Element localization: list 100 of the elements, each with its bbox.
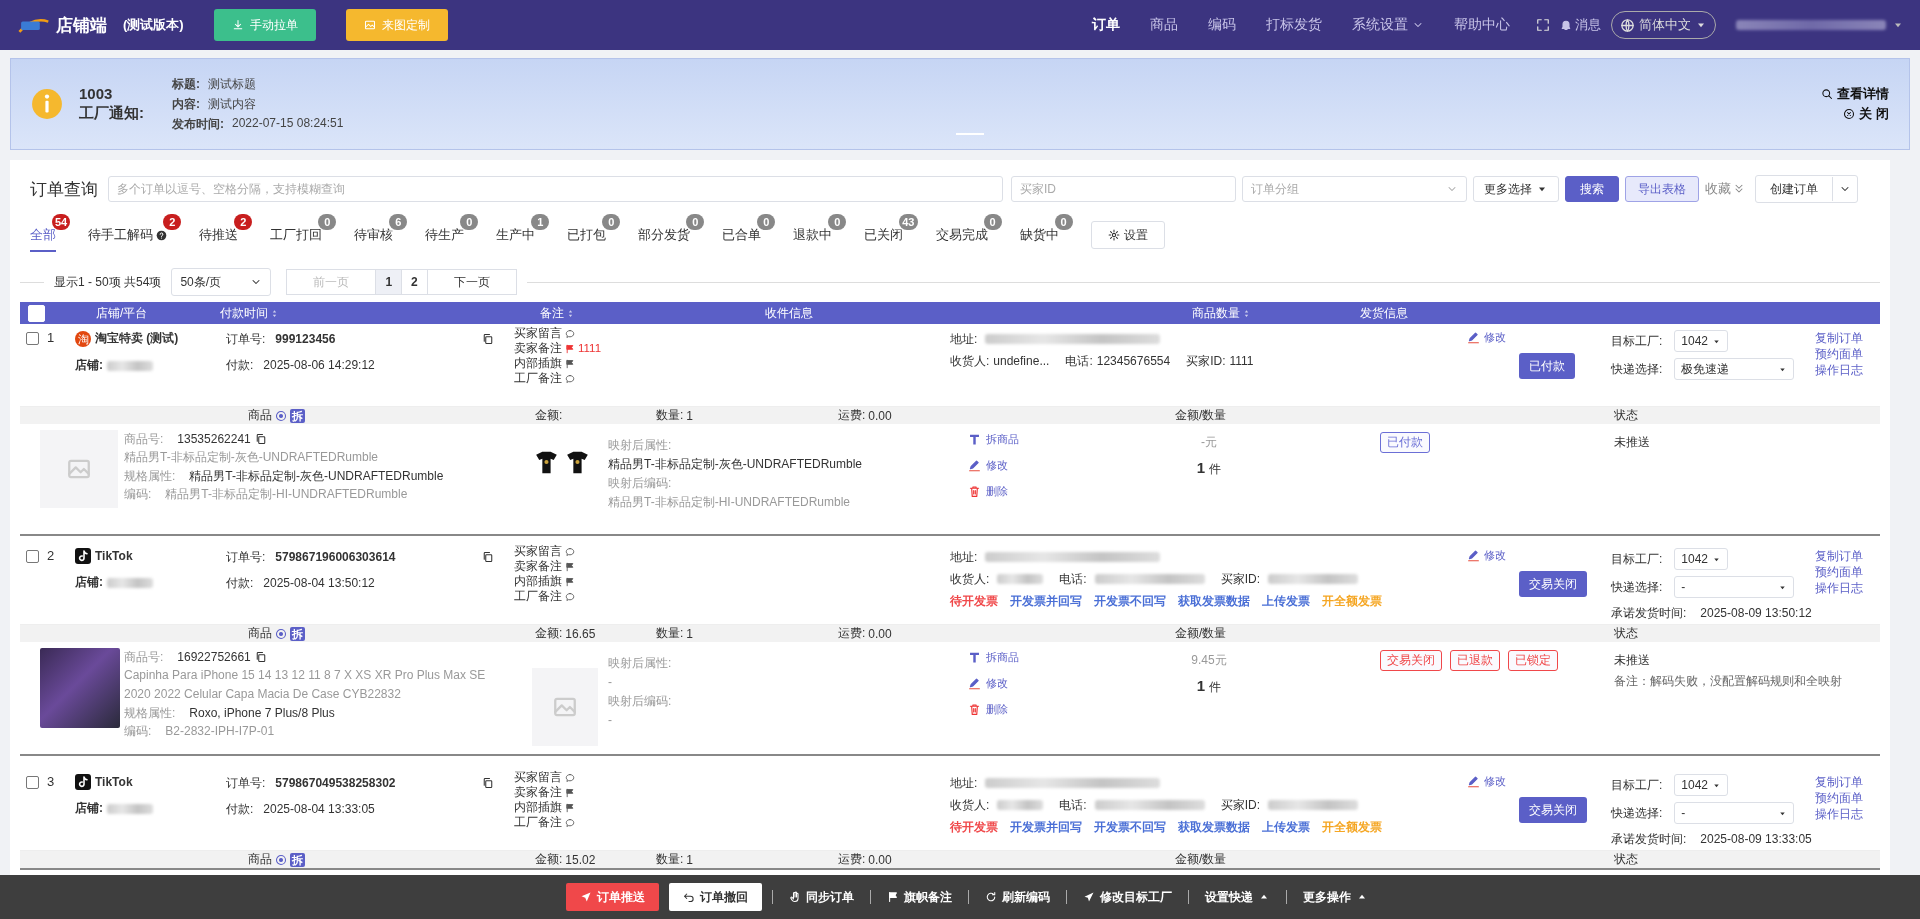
push-status: 未推送 xyxy=(1614,652,1651,669)
edit-link[interactable]: 修改 xyxy=(1467,548,1506,563)
nav-tab[interactable]: 商品 xyxy=(1140,16,1188,34)
status-tag: 已锁定 xyxy=(1508,650,1558,671)
bulk-action-button[interactable]: 刷新编码 xyxy=(979,883,1056,911)
invoice-link[interactable]: 开发票并回写 xyxy=(1010,818,1082,836)
split-item-link[interactable]: 拆商品 xyxy=(968,650,1118,665)
order-action-link[interactable]: 预约面单 xyxy=(1815,346,1880,362)
invoice-link[interactable]: 开发票并回写 xyxy=(1010,592,1082,610)
page-button[interactable]: 1 xyxy=(375,269,403,295)
count-badge: 0 xyxy=(602,214,621,230)
freight-value: 0.00 xyxy=(868,626,892,641)
export-button[interactable]: 导出表格 xyxy=(1625,176,1699,202)
bulk-action-button[interactable]: 订单撤回 xyxy=(669,883,762,911)
mapped-code-label: 映射后编码: xyxy=(608,693,673,710)
buyer-id-field[interactable]: 买家ID xyxy=(1011,176,1236,202)
order-number: 999123456 xyxy=(275,331,336,348)
order-status-button[interactable]: 交易关闭 xyxy=(1519,571,1587,597)
delete-item-link[interactable]: 删除 xyxy=(968,702,1118,717)
bulk-action-button[interactable]: 订单推送 xyxy=(566,883,659,911)
status-label: 状态 xyxy=(1614,625,1638,642)
note-label: 工厂备注 xyxy=(514,371,562,386)
order-action-link[interactable]: 预约面单 xyxy=(1815,790,1880,806)
count-badge: 6 xyxy=(389,214,408,230)
order-action-link[interactable]: 复制订单 xyxy=(1815,330,1880,346)
invoice-link[interactable]: 获取发票数据 xyxy=(1178,818,1250,836)
bulk-action-button[interactable]: 同步订单 xyxy=(783,883,860,911)
sku-label: 商品号: xyxy=(124,431,164,448)
collapse-link[interactable]: 收藏 xyxy=(1705,180,1745,198)
select-all-checkbox[interactable] xyxy=(28,304,45,322)
invoice-link[interactable]: 待开发票 xyxy=(950,592,998,610)
edit-link[interactable]: 修改 xyxy=(1467,330,1506,345)
search-button[interactable]: 搜索 xyxy=(1565,176,1619,202)
express-label: 快递选择: xyxy=(1611,579,1663,596)
app-name: 店铺端 xyxy=(56,14,107,37)
factory-select[interactable]: 1042 xyxy=(1674,548,1729,570)
order-status-button[interactable]: 已付款 xyxy=(1519,353,1575,379)
factory-select[interactable]: 1042 xyxy=(1674,774,1729,796)
buyer-id-label: 买家ID: xyxy=(1220,571,1261,588)
order-action-link[interactable]: 操作日志 xyxy=(1815,362,1880,378)
bulk-action-button[interactable]: 修改目标工厂 xyxy=(1077,883,1178,911)
invoice-link[interactable]: 开发票不回写 xyxy=(1094,592,1166,610)
next-page-button[interactable]: 下一页 xyxy=(426,269,517,295)
message-link[interactable]: 消息 xyxy=(1560,16,1601,34)
split-item-link[interactable]: 拆商品 xyxy=(968,432,1118,447)
detail-link[interactable]: 查看详情 xyxy=(1821,85,1889,103)
order-status-button[interactable]: 交易关闭 xyxy=(1519,797,1587,823)
buyer-id: 1111 xyxy=(1229,353,1254,370)
express-select[interactable]: 极免速递 xyxy=(1674,358,1795,380)
flag-icon xyxy=(565,576,575,587)
order-action-link[interactable]: 操作日志 xyxy=(1815,580,1880,596)
quantity-label: 数量: xyxy=(656,407,684,424)
invoice-link[interactable]: 待开发票 xyxy=(950,818,998,836)
row-checkbox[interactable] xyxy=(26,550,39,563)
amount-label: 金额: xyxy=(535,851,563,868)
amount-quantity-label: 金额/数量 xyxy=(1175,625,1227,642)
row-checkbox[interactable] xyxy=(26,332,39,345)
bulk-action-button[interactable]: 更多操作 xyxy=(1297,883,1374,911)
invoice-link[interactable]: 上传发票 xyxy=(1262,818,1310,836)
order-action-link[interactable]: 预约面单 xyxy=(1815,564,1880,580)
bulk-action-button[interactable]: 旗帜备注 xyxy=(881,883,958,911)
more-filter-button[interactable]: 更多选择 xyxy=(1473,176,1559,202)
page-button[interactable]: 2 xyxy=(401,269,428,295)
nav-tab[interactable]: 系统设置 xyxy=(1342,16,1434,34)
count-badge: 0 xyxy=(318,214,337,230)
order-search-field[interactable]: 多个订单以逗号、空格分隔，支持模糊查询 xyxy=(108,176,1003,202)
close-link[interactable]: 关 闭 xyxy=(1843,105,1889,123)
nav-tab[interactable]: 打标发货 xyxy=(1256,16,1332,34)
split-badge[interactable]: 拆 xyxy=(290,626,305,641)
notice-label: 工厂通知: xyxy=(79,104,144,123)
bulk-action-button[interactable]: 设置快递 xyxy=(1199,883,1276,911)
redacted-shop-name xyxy=(107,577,153,588)
pencil-icon xyxy=(968,677,981,690)
mapped-attribute: 精品男T-非标品定制-灰色-UNDRAFTEDRumble xyxy=(608,456,863,473)
row-checkbox[interactable] xyxy=(26,776,39,789)
delete-item-link[interactable]: 删除 xyxy=(968,484,1118,499)
express-select[interactable]: - xyxy=(1674,576,1795,598)
order-action-link[interactable]: 复制订单 xyxy=(1815,774,1880,790)
edit-item-link[interactable]: 修改 xyxy=(968,458,1118,473)
order-action-link[interactable]: 操作日志 xyxy=(1815,806,1880,822)
split-badge[interactable]: 拆 xyxy=(290,408,305,423)
page-size-select[interactable]: 50条/页 xyxy=(171,268,272,296)
order-action-link[interactable]: 复制订单 xyxy=(1815,548,1880,564)
edit-link[interactable]: 修改 xyxy=(1467,774,1506,789)
nav-tab[interactable]: 订单 xyxy=(1082,16,1130,34)
express-select[interactable]: - xyxy=(1674,802,1795,824)
nav-tab[interactable]: 编码 xyxy=(1198,16,1246,34)
invoice-link[interactable]: 开发票不回写 xyxy=(1094,818,1166,836)
order-number: 579867196006303614 xyxy=(275,549,396,566)
flag-icon xyxy=(565,787,575,798)
edit-item-link[interactable]: 修改 xyxy=(968,676,1118,691)
invoice-link[interactable]: 获取发票数据 xyxy=(1178,592,1250,610)
nav-tab[interactable]: 帮助中心 xyxy=(1444,16,1520,34)
count-badge: 2 xyxy=(234,214,253,230)
platform-logo: 淘 xyxy=(75,330,91,347)
create-order-button[interactable]: 创建订单 xyxy=(1755,175,1858,203)
invoice-link[interactable]: 上传发票 xyxy=(1262,592,1310,610)
settings-button[interactable]: 设置 xyxy=(1090,221,1165,249)
factory-select[interactable]: 1042 xyxy=(1674,330,1729,352)
split-badge[interactable]: 拆 xyxy=(290,852,305,867)
